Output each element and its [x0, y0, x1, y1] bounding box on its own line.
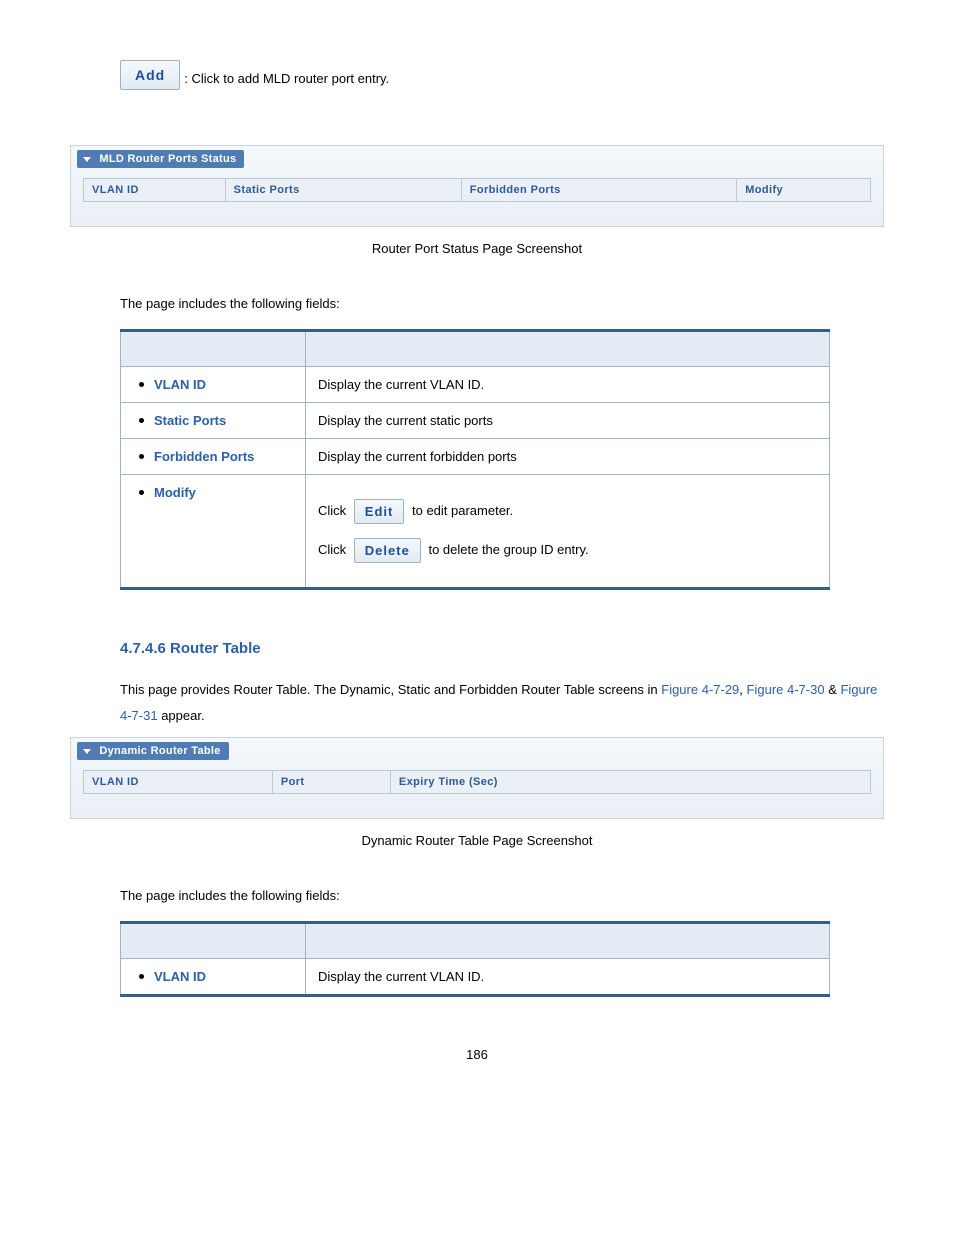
delete-button[interactable]: Delete: [354, 538, 421, 563]
col-expiry-time: Expiry Time (Sec): [390, 771, 870, 794]
table-row: Static Ports Display the current static …: [121, 403, 830, 439]
figure-link[interactable]: Figure 4-7-30: [747, 682, 825, 697]
add-button[interactable]: Add: [120, 60, 180, 90]
chevron-down-icon: [83, 749, 91, 754]
edit-button[interactable]: Edit: [354, 499, 405, 524]
intro-post: appear.: [158, 708, 205, 723]
add-button-label: Add: [135, 67, 165, 83]
fields-intro-text: The page includes the following fields:: [120, 888, 884, 903]
description-cell: Click Edit to edit parameter. Click Dele…: [306, 475, 830, 589]
object-label: Static Ports: [154, 413, 226, 428]
table-row: Forbidden Ports Display the current forb…: [121, 439, 830, 475]
fields-description-table: VLAN ID Display the current VLAN ID.: [120, 921, 830, 997]
object-label: VLAN ID: [154, 969, 206, 984]
panel-title: Dynamic Router Table: [99, 745, 220, 757]
col-port: Port: [272, 771, 390, 794]
router-table-intro: This page provides Router Table. The Dyn…: [120, 677, 884, 729]
intro-sep: ,: [739, 682, 746, 697]
table-row: VLAN ID Display the current VLAN ID.: [121, 367, 830, 403]
edit-button-label: Edit: [365, 504, 394, 519]
click-word: Click: [318, 503, 346, 518]
intro-pre: This page provides Router Table. The Dyn…: [120, 682, 661, 697]
fields-header-description: [306, 331, 830, 367]
router-ports-status-table: VLAN ID Static Ports Forbidden Ports Mod…: [83, 178, 871, 202]
col-static-ports: Static Ports: [225, 179, 461, 202]
mld-router-ports-status-panel: MLD Router Ports Status VLAN ID Static P…: [70, 145, 884, 227]
figure-caption: Router Port Status Page Screenshot: [70, 241, 884, 256]
panel-header[interactable]: MLD Router Ports Status: [77, 150, 244, 168]
col-vlan-id: VLAN ID: [84, 179, 226, 202]
col-modify: Modify: [737, 179, 871, 202]
fields-header-object: [121, 923, 306, 959]
bullet-icon: [139, 454, 144, 459]
dynamic-router-table: VLAN ID Port Expiry Time (Sec): [83, 770, 871, 794]
bullet-icon: [139, 974, 144, 979]
table-row: VLAN ID Display the current VLAN ID.: [121, 959, 830, 996]
intro-sep: &: [825, 682, 841, 697]
click-word: Click: [318, 542, 346, 557]
object-label: Modify: [154, 485, 196, 500]
bullet-icon: [139, 418, 144, 423]
add-entry-line: Add : Click to add MLD router port entry…: [120, 60, 884, 90]
page-number: 186: [70, 1047, 884, 1062]
edit-tail: to edit parameter.: [412, 503, 513, 518]
bullet-icon: [139, 490, 144, 495]
description-cell: Display the current static ports: [306, 403, 830, 439]
delete-button-label: Delete: [365, 543, 410, 558]
description-cell: Display the current VLAN ID.: [306, 959, 830, 996]
description-cell: Display the current forbidden ports: [306, 439, 830, 475]
col-vlan-id: VLAN ID: [84, 771, 273, 794]
dynamic-router-table-panel: Dynamic Router Table VLAN ID Port Expiry…: [70, 737, 884, 819]
col-forbidden-ports: Forbidden Ports: [461, 179, 736, 202]
add-button-description: : Click to add MLD router port entry.: [184, 71, 389, 90]
fields-header-description: [306, 923, 830, 959]
fields-description-table: VLAN ID Display the current VLAN ID. Sta…: [120, 329, 830, 590]
description-cell: Display the current VLAN ID.: [306, 367, 830, 403]
section-heading: 4.7.4.6 Router Table: [120, 640, 884, 657]
fields-header-object: [121, 331, 306, 367]
object-label: VLAN ID: [154, 377, 206, 392]
delete-tail: to delete the group ID entry.: [428, 542, 588, 557]
object-label: Forbidden Ports: [154, 449, 254, 464]
panel-title: MLD Router Ports Status: [99, 153, 236, 165]
chevron-down-icon: [83, 157, 91, 162]
fields-intro-text: The page includes the following fields:: [120, 296, 884, 311]
figure-caption: Dynamic Router Table Page Screenshot: [70, 833, 884, 848]
panel-header[interactable]: Dynamic Router Table: [77, 742, 229, 760]
figure-link[interactable]: Figure 4-7-29: [661, 682, 739, 697]
table-row: Modify Click Edit to edit parameter. Cli…: [121, 475, 830, 589]
bullet-icon: [139, 382, 144, 387]
